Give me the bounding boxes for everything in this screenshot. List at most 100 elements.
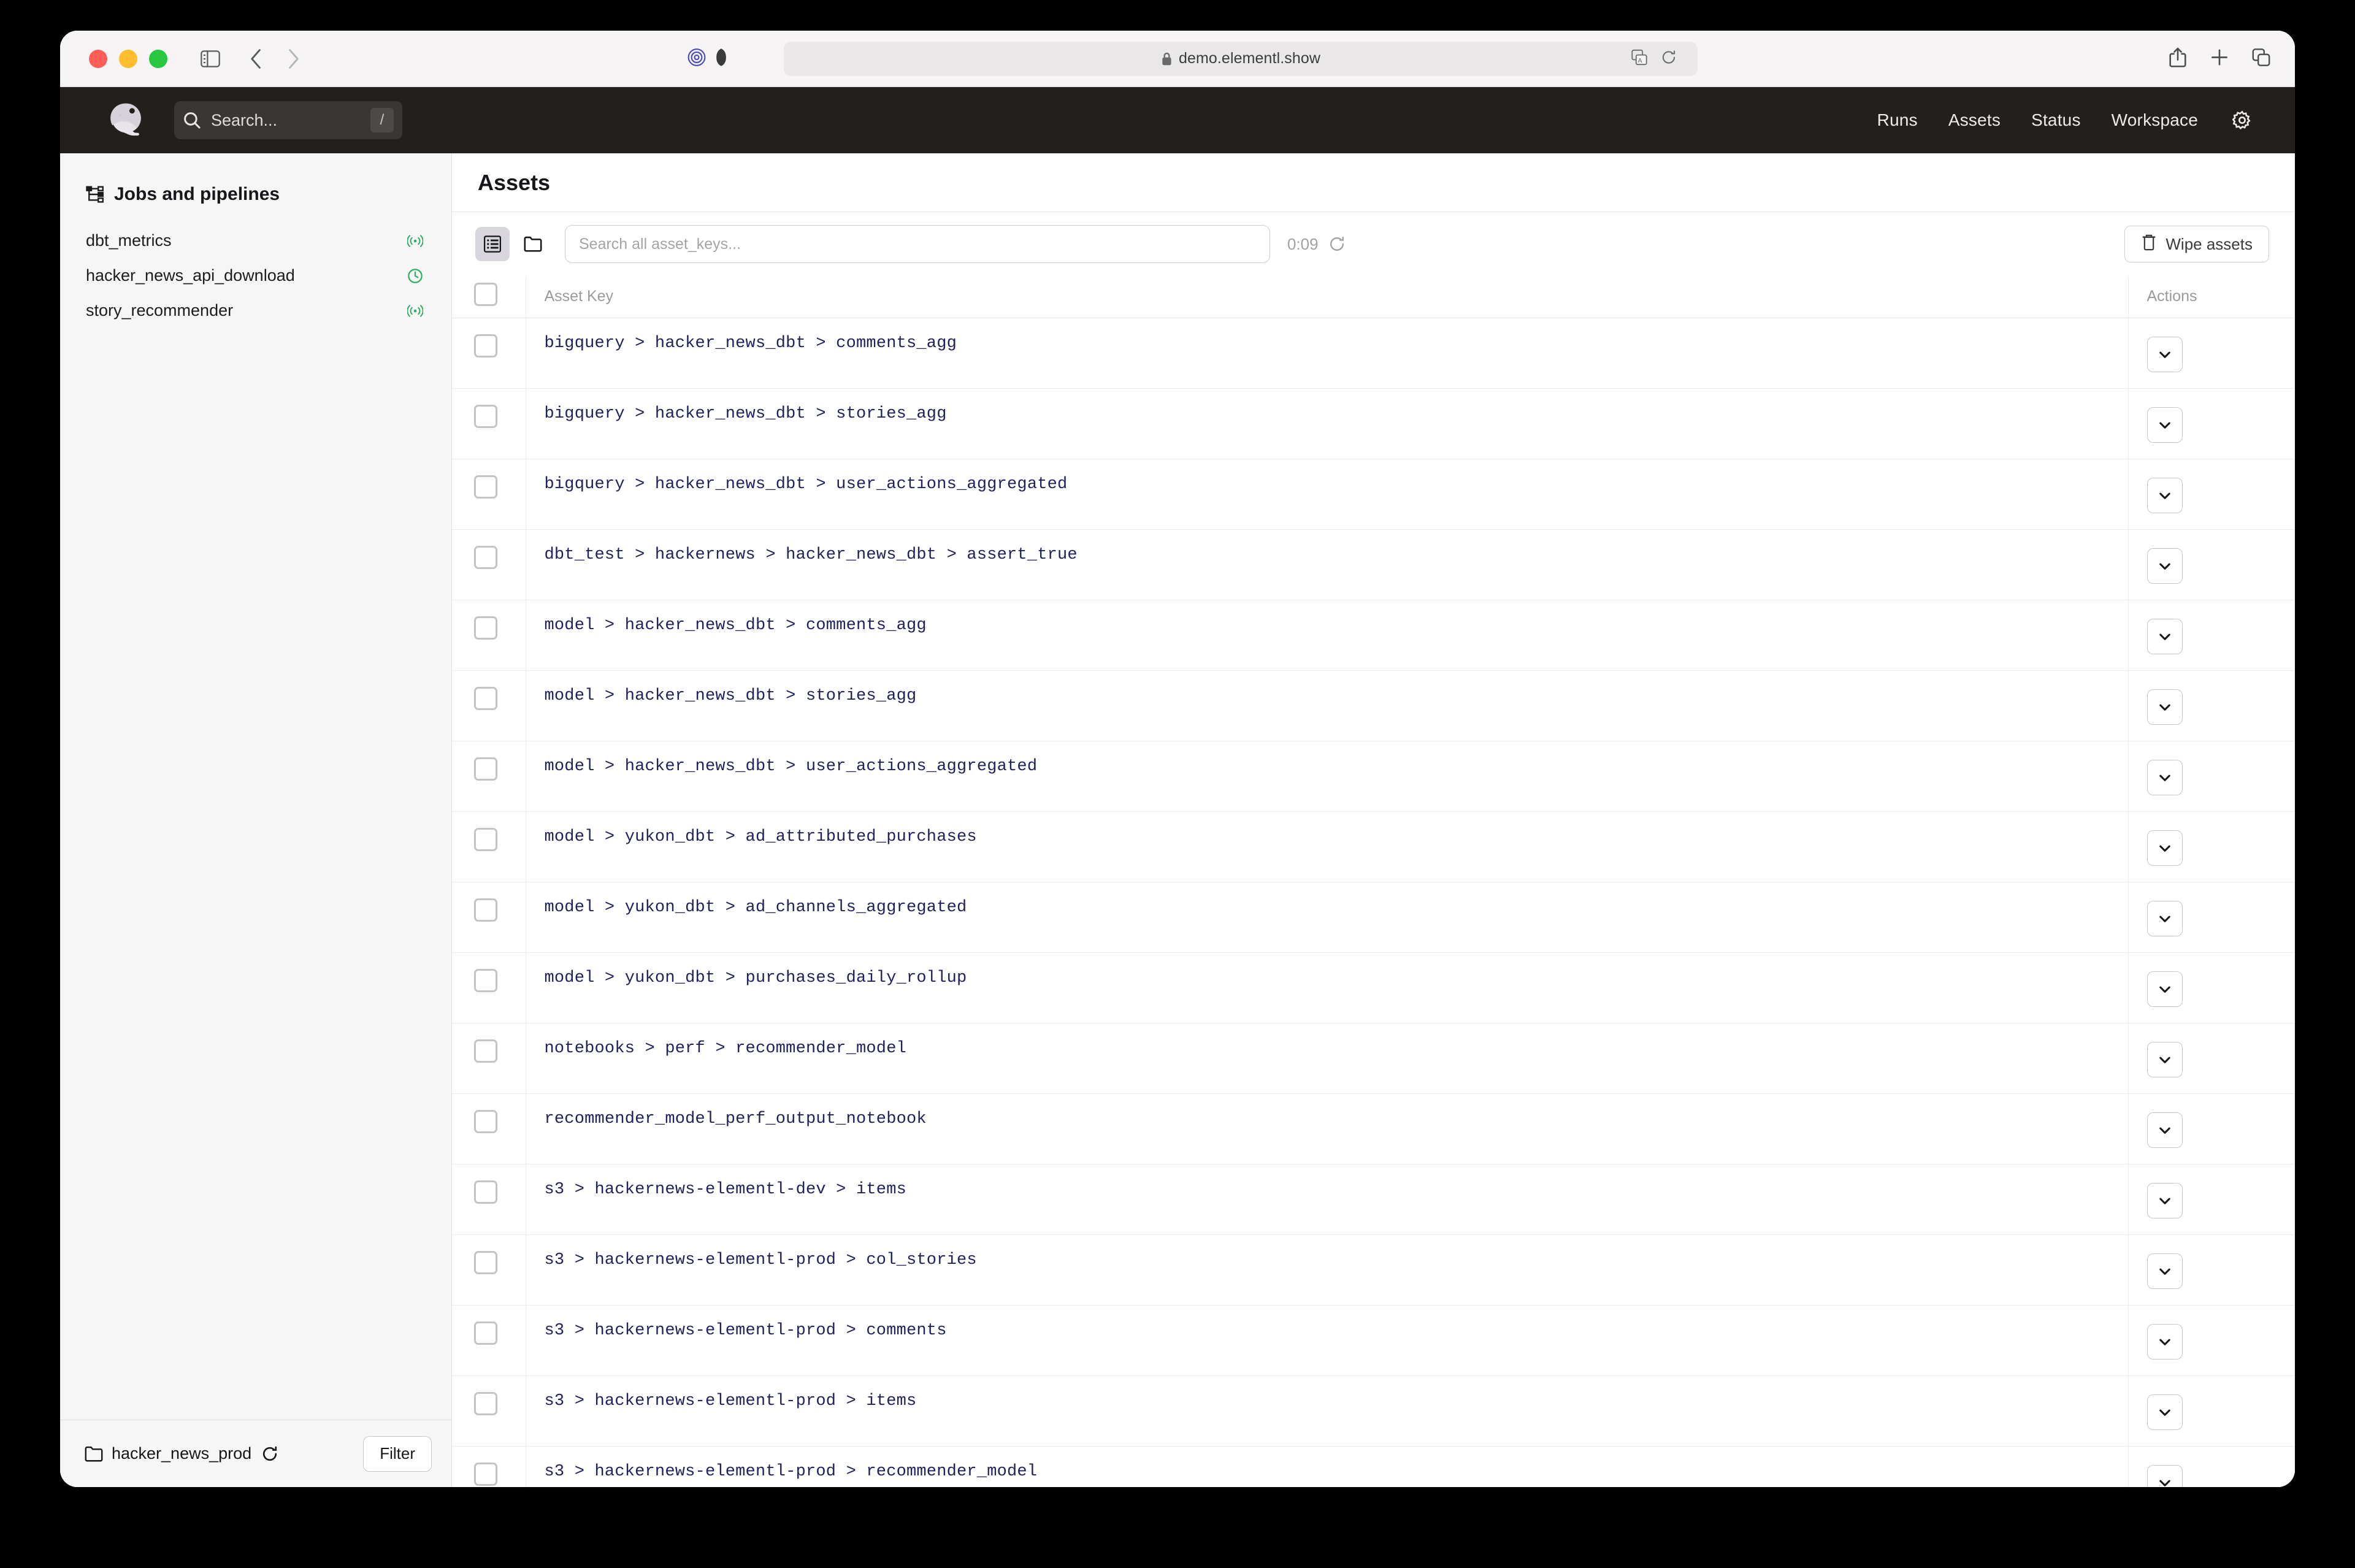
chevron-down-icon[interactable] (2146, 971, 2183, 1007)
table-row[interactable]: bigquery > hacker_news_dbt > user_action… (452, 459, 2295, 529)
asset-key-cell[interactable]: notebooks > perf > recommender_model (525, 1023, 2128, 1093)
asset-key-cell[interactable]: model > hacker_news_dbt > user_actions_a… (525, 741, 2128, 811)
chevron-down-icon[interactable] (2146, 548, 2183, 584)
asset-key-cell[interactable]: recommender_model_perf_output_notebook (525, 1093, 2128, 1164)
asset-key-link[interactable]: recommender_model_perf_output_notebook (545, 1110, 927, 1128)
row-checkbox[interactable] (474, 334, 497, 358)
chevron-down-icon[interactable] (2146, 900, 2183, 936)
asset-key-link[interactable]: s3 > hackernews-elementl-prod > col_stor… (545, 1251, 977, 1269)
share-icon[interactable] (2169, 47, 2187, 71)
row-checkbox[interactable] (474, 616, 497, 640)
row-actions-cell[interactable] (2127, 1093, 2295, 1164)
row-checkbox[interactable] (474, 827, 497, 851)
asset-key-cell[interactable]: model > yukon_dbt > ad_attributed_purcha… (525, 811, 2128, 882)
plus-icon[interactable] (2210, 48, 2229, 69)
chevron-down-icon[interactable] (2146, 618, 2183, 654)
asset-key-link[interactable]: s3 > hackernews-elementl-prod > recommen… (545, 1463, 1038, 1481)
sidebar-item-story-recommender[interactable]: story_recommender (60, 293, 451, 328)
asset-key-cell[interactable]: model > yukon_dbt > purchases_daily_roll… (525, 952, 2128, 1023)
table-row[interactable]: model > yukon_dbt > purchases_daily_roll… (452, 952, 2295, 1023)
chevron-down-icon[interactable] (2146, 477, 2183, 513)
sidebar-toggle-icon[interactable] (194, 43, 226, 75)
close-window-button[interactable] (89, 49, 107, 68)
row-checkbox[interactable] (474, 1039, 497, 1063)
refresh-icon[interactable] (261, 1445, 278, 1463)
row-checkbox[interactable] (474, 1180, 497, 1204)
table-row[interactable]: model > hacker_news_dbt > stories_agg (452, 670, 2295, 741)
browser-navigation[interactable] (242, 43, 307, 75)
table-row[interactable]: s3 > hackernews-elementl-prod > items (452, 1375, 2295, 1446)
asset-key-cell[interactable]: bigquery > hacker_news_dbt > stories_agg (525, 388, 2128, 459)
asset-key-link[interactable]: model > hacker_news_dbt > user_actions_a… (545, 757, 1038, 776)
table-row[interactable]: model > yukon_dbt > ad_attributed_purcha… (452, 811, 2295, 882)
chevron-right-icon[interactable] (279, 43, 307, 75)
shield-icon[interactable] (687, 47, 706, 70)
wipe-assets-button[interactable]: Wipe assets (2124, 226, 2269, 262)
asset-key-link[interactable]: model > yukon_dbt > ad_attributed_purcha… (545, 828, 977, 846)
asset-key-link[interactable]: s3 > hackernews-elementl-prod > items (545, 1392, 917, 1410)
table-row[interactable]: dbt_test > hackernews > hacker_news_dbt … (452, 529, 2295, 600)
maximize-window-button[interactable] (149, 49, 167, 68)
row-select-cell[interactable] (452, 1164, 526, 1234)
row-checkbox[interactable] (474, 968, 497, 992)
row-checkbox[interactable] (474, 404, 497, 428)
table-row[interactable]: model > hacker_news_dbt > user_actions_a… (452, 741, 2295, 811)
row-actions-cell[interactable] (2127, 1446, 2295, 1487)
row-actions-cell[interactable] (2127, 1164, 2295, 1234)
asset-key-cell[interactable]: dbt_test > hackernews > hacker_news_dbt … (525, 529, 2128, 600)
nav-link-assets[interactable]: Assets (1948, 110, 2001, 130)
asset-key-cell[interactable]: model > hacker_news_dbt > stories_agg (525, 670, 2128, 741)
asset-key-link[interactable]: model > hacker_news_dbt > stories_agg (545, 687, 917, 705)
chevron-down-icon[interactable] (2146, 336, 2183, 372)
chevron-down-icon[interactable] (2146, 1464, 2183, 1487)
assets-table-container[interactable]: Asset Key Actions bigquery > hacker_news… (452, 276, 2295, 1487)
row-select-cell[interactable] (452, 529, 526, 600)
chevron-left-icon[interactable] (242, 43, 270, 75)
asset-key-cell[interactable]: bigquery > hacker_news_dbt > comments_ag… (525, 318, 2128, 388)
row-select-cell[interactable] (452, 1375, 526, 1446)
chevron-down-icon[interactable] (2146, 1112, 2183, 1148)
row-checkbox[interactable] (474, 686, 497, 710)
url-left-icons[interactable] (687, 47, 727, 70)
row-select-cell[interactable] (452, 1305, 526, 1375)
row-checkbox[interactable] (474, 1321, 497, 1345)
row-select-cell[interactable] (452, 1093, 526, 1164)
row-select-cell[interactable] (452, 952, 526, 1023)
row-actions-cell[interactable] (2127, 1023, 2295, 1093)
chevron-down-icon[interactable] (2146, 407, 2183, 443)
row-select-cell[interactable] (452, 388, 526, 459)
schedule-clock-icon[interactable] (407, 268, 423, 284)
row-actions-cell[interactable] (2127, 529, 2295, 600)
sensor-icon[interactable] (407, 304, 423, 318)
chevron-down-icon[interactable] (2146, 1323, 2183, 1360)
row-actions-cell[interactable] (2127, 952, 2295, 1023)
table-row[interactable]: s3 > hackernews-elementl-prod > recommen… (452, 1446, 2295, 1487)
row-actions-cell[interactable] (2127, 1234, 2295, 1305)
chevron-down-icon[interactable] (2146, 759, 2183, 795)
sensor-icon[interactable] (407, 234, 423, 248)
asset-key-cell[interactable]: model > yukon_dbt > ad_channels_aggregat… (525, 882, 2128, 952)
chevron-down-icon[interactable] (2146, 689, 2183, 725)
translate-icon[interactable]: A (1631, 49, 1647, 68)
table-row[interactable]: notebooks > perf > recommender_model (452, 1023, 2295, 1093)
row-actions-cell[interactable] (2127, 670, 2295, 741)
row-checkbox[interactable] (474, 1391, 497, 1415)
row-select-cell[interactable] (452, 1446, 526, 1487)
chevron-down-icon[interactable] (2146, 1394, 2183, 1430)
table-row[interactable]: bigquery > hacker_news_dbt > comments_ag… (452, 318, 2295, 388)
asset-key-link[interactable]: bigquery > hacker_news_dbt > user_action… (545, 475, 1068, 494)
gear-icon[interactable] (2232, 110, 2252, 130)
asset-key-link[interactable]: bigquery > hacker_news_dbt > comments_ag… (545, 334, 957, 353)
asset-key-link[interactable]: model > yukon_dbt > ad_channels_aggregat… (545, 898, 967, 917)
table-row[interactable]: s3 > hackernews-elementl-dev > items (452, 1164, 2295, 1234)
row-actions-cell[interactable] (2127, 388, 2295, 459)
row-select-cell[interactable] (452, 1023, 526, 1093)
row-select-cell[interactable] (452, 600, 526, 670)
asset-key-link[interactable]: s3 > hackernews-elementl-prod > comments (545, 1321, 947, 1340)
row-select-cell[interactable] (452, 741, 526, 811)
asset-key-cell[interactable]: s3 > hackernews-elementl-prod > recommen… (525, 1446, 2128, 1487)
chevron-down-icon[interactable] (2146, 1253, 2183, 1289)
dagster-logo-icon[interactable] (104, 98, 148, 142)
refresh-timer[interactable]: 0:09 (1287, 235, 1346, 254)
row-checkbox[interactable] (474, 1462, 497, 1486)
